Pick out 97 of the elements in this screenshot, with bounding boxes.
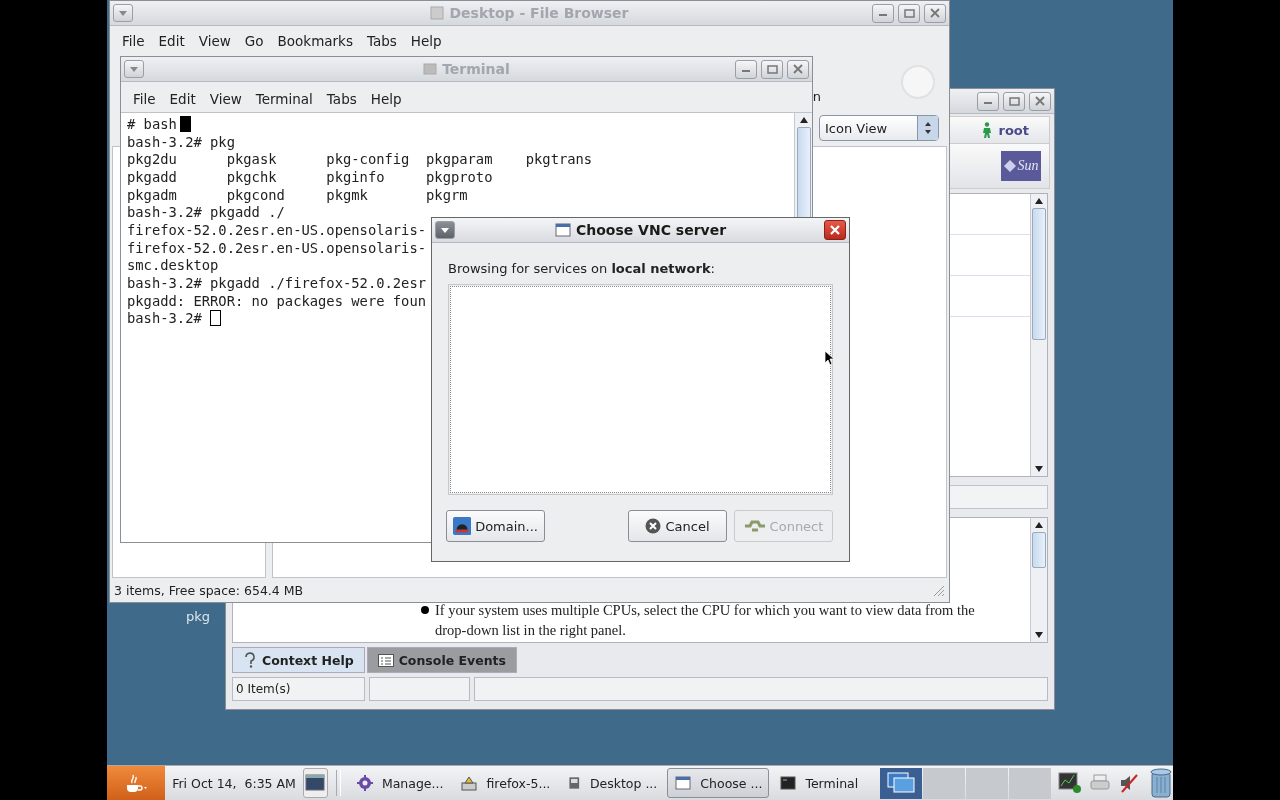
window-title: Choose VNC server xyxy=(554,222,727,238)
terminal-line: bash-3.2# pkgadd ./firefox-52.0.2esr xyxy=(127,275,427,292)
status-text: 0 Item(s) xyxy=(232,677,365,701)
caret-icon xyxy=(117,8,129,18)
menu-item[interactable]: File xyxy=(122,33,145,49)
scroll-thumb[interactable] xyxy=(1032,532,1046,568)
terminal-line: pkgadm pkgcond pkgmk pkgrm xyxy=(127,186,468,203)
minimize-icon xyxy=(879,14,887,16)
clock-text[interactable]: Fri Oct 14, 6:35 AM xyxy=(168,775,300,791)
window-icon xyxy=(430,6,445,20)
plug-icon xyxy=(743,519,766,533)
scrollbar[interactable] xyxy=(1030,518,1047,642)
person-icon xyxy=(980,122,993,138)
close-icon xyxy=(930,8,940,18)
scroll-down-icon[interactable] xyxy=(1035,632,1043,638)
cancel-icon xyxy=(645,518,662,534)
menu-item[interactable]: View xyxy=(198,33,231,49)
desktop-icon-label[interactable]: pkg xyxy=(186,609,211,624)
cancel-button[interactable]: Cancel xyxy=(628,510,727,542)
spinner-icon xyxy=(917,116,938,140)
list-icon xyxy=(377,653,394,667)
cabinet-icon xyxy=(567,774,582,792)
caret-icon xyxy=(128,64,140,74)
domain-button[interactable]: Domain... xyxy=(446,510,545,542)
panel-tab[interactable]: Context Help xyxy=(232,647,365,673)
close-icon xyxy=(793,64,803,74)
terminal-line: pkgadd pkgchk pkginfo pkgproto xyxy=(127,168,493,185)
taskbar-button[interactable]: firefox-5... xyxy=(453,768,558,798)
resize-grip-icon[interactable] xyxy=(931,583,945,597)
toolbar-label: n xyxy=(812,88,821,104)
scrollbar[interactable] xyxy=(1030,194,1047,476)
scroll-up-icon[interactable] xyxy=(1035,198,1043,204)
close-button[interactable] xyxy=(824,220,846,240)
minimize-icon xyxy=(984,102,992,104)
terminal-line: bash-3.2# pkg xyxy=(127,133,235,150)
menu-item[interactable]: File xyxy=(133,91,156,107)
taskbar-button[interactable]: Choose ... xyxy=(667,768,770,798)
menu-item[interactable]: Edit xyxy=(158,33,185,49)
window-icon xyxy=(674,774,693,792)
close-icon xyxy=(1035,96,1045,106)
desktop-icon xyxy=(305,773,326,793)
workspace-button[interactable] xyxy=(880,767,922,799)
terminal-line: pkgadd: ERROR: no packages were foun xyxy=(127,292,427,309)
terminal-line: smc.desktop xyxy=(127,257,219,274)
scroll-up-icon[interactable] xyxy=(799,117,808,123)
prompt-text: Browsing for services on local network: xyxy=(448,261,716,276)
taskbar-button[interactable]: Terminal xyxy=(772,768,873,798)
terminal-line: # bash xyxy=(127,115,177,132)
menu-item[interactable]: Edit xyxy=(169,91,196,107)
caret-icon xyxy=(439,225,451,235)
menu-item[interactable]: Help xyxy=(370,91,402,107)
gear-icon xyxy=(355,774,374,792)
terminal-line: bash-3.2# xyxy=(127,310,203,327)
window-icon xyxy=(423,62,438,76)
bullet-icon xyxy=(421,606,429,614)
terminal-icon xyxy=(779,774,798,792)
menu-item[interactable]: Go xyxy=(244,33,264,49)
terminal-line: firefox-52.0.2esr.en-US.opensolaris- xyxy=(127,239,427,256)
menu-item[interactable]: Tabs xyxy=(366,33,397,49)
minimize-icon xyxy=(742,70,750,72)
package-icon xyxy=(460,774,479,792)
window-menu-button[interactable] xyxy=(435,221,455,239)
network-monitor-icon[interactable] xyxy=(1058,772,1082,794)
terminal-line: firefox-52.0.2esr.en-US.opensolaris- xyxy=(127,221,427,238)
window-title: Desktop - File Browser xyxy=(430,5,629,21)
maximize-icon xyxy=(766,64,778,74)
maximize-icon xyxy=(903,8,915,18)
launch-menu-button[interactable] xyxy=(107,766,166,800)
taskbar-button[interactable]: Desktop ... xyxy=(560,768,665,798)
view-mode-dropdown[interactable]: Icon View xyxy=(819,115,939,141)
window-icon xyxy=(554,223,571,237)
panel-tab[interactable]: Console Events xyxy=(366,647,517,673)
menu-item[interactable]: Help xyxy=(410,33,442,49)
logo: Sun xyxy=(1001,151,1041,181)
taskbar-button[interactable]: Manage... xyxy=(348,768,451,798)
window-title: Terminal xyxy=(423,61,510,77)
mouse-pointer-icon xyxy=(824,350,834,366)
scroll-up-icon[interactable] xyxy=(1035,522,1043,528)
scroll-down-icon[interactable] xyxy=(1035,466,1043,472)
help-text: If your system uses multiple CPUs, select the CPU for which you want to view data from the drop-down list in the right panel. xyxy=(435,601,976,640)
show-desktop-button[interactable] xyxy=(302,768,328,798)
trash-icon[interactable] xyxy=(1149,768,1173,798)
maximize-icon xyxy=(1008,96,1020,106)
terminal-line: bash-3.2# pkgadd ./ xyxy=(127,204,285,221)
muted-speaker-icon[interactable] xyxy=(1118,772,1140,794)
menu-item[interactable]: Terminal xyxy=(255,91,313,107)
scroll-thumb[interactable] xyxy=(1032,208,1046,340)
menu-item[interactable]: Tabs xyxy=(326,91,357,107)
close-icon xyxy=(829,224,841,236)
status-text: 3 items, Free space: 654.4 MB xyxy=(114,582,304,598)
menu-item[interactable]: View xyxy=(209,91,242,107)
network-icon xyxy=(453,516,472,536)
user-name: root xyxy=(998,122,1029,138)
terminal-line: pkg2du pkgask pkg-config pkgparam pkgtrans xyxy=(127,151,593,168)
question-mark-icon xyxy=(243,652,257,668)
menu-item[interactable]: Bookmarks xyxy=(277,33,353,49)
windows-icon xyxy=(884,770,918,796)
